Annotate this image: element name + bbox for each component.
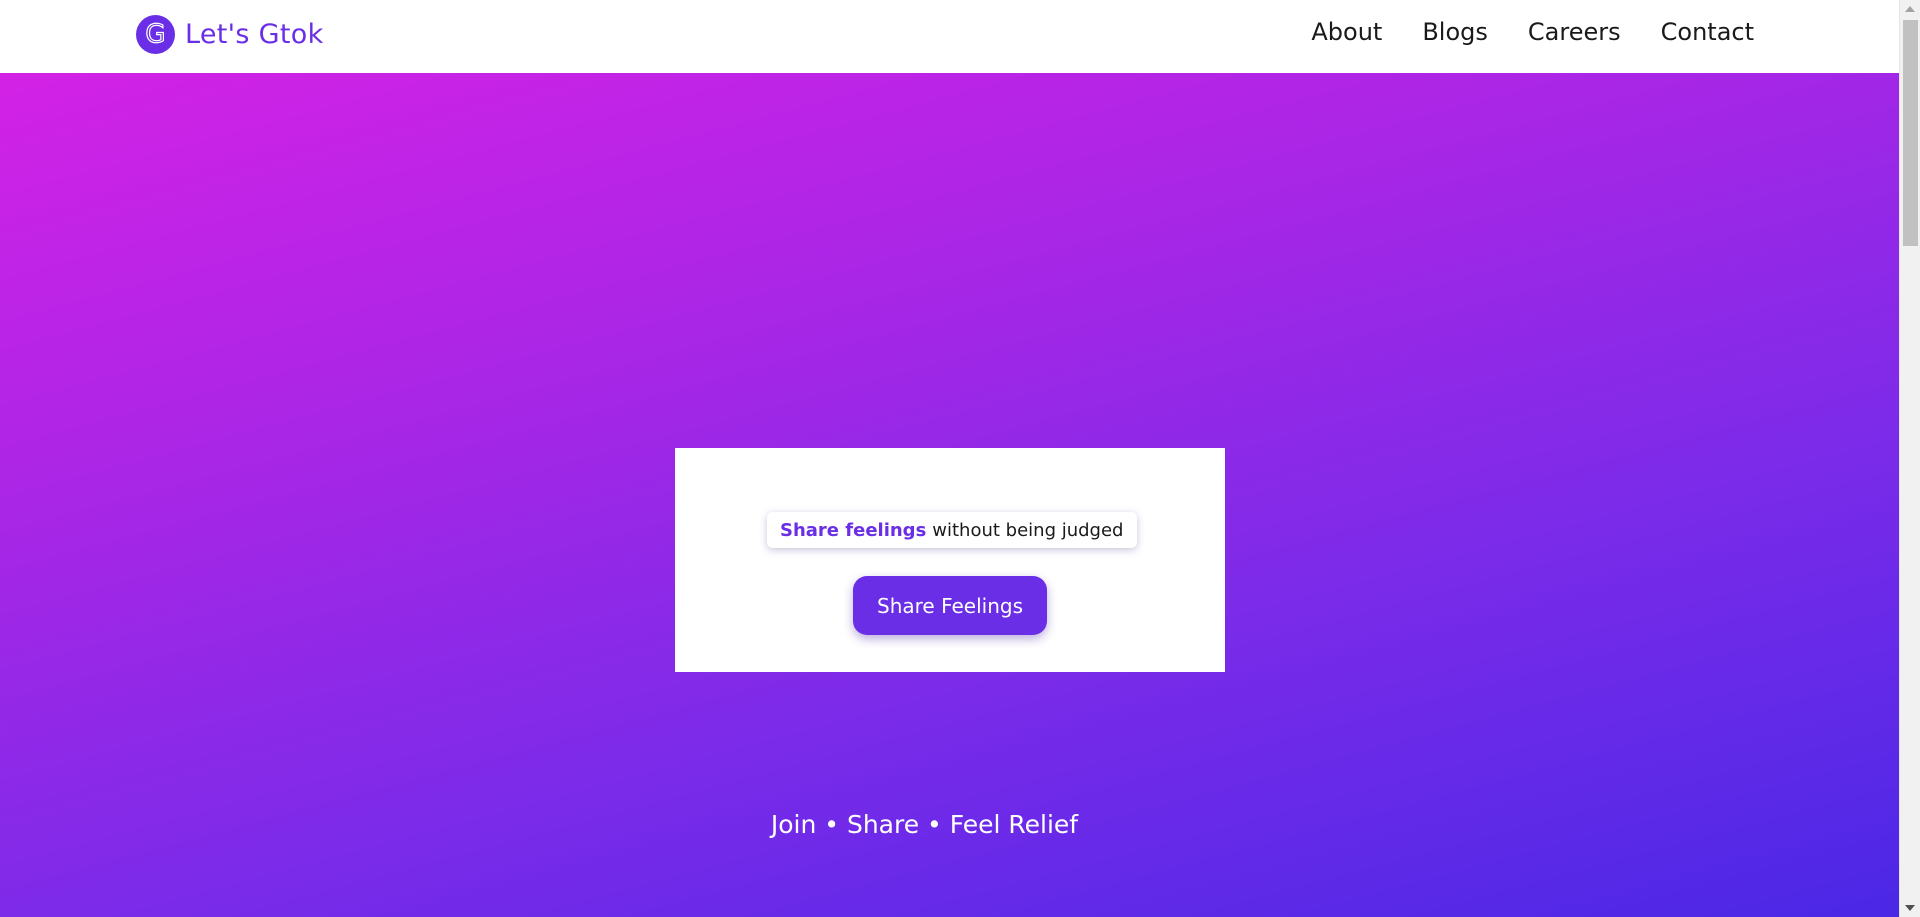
scroll-up-arrow-icon[interactable] [1905,6,1915,12]
nav-link-blogs[interactable]: Blogs [1422,18,1488,46]
headline-pill-emphasis: Share feelings [780,519,927,541]
hero-tagline: Join • Share • Feel Relief [770,810,1079,839]
hero-section: Share feelings without being judged Shar… [0,73,1899,917]
share-feelings-button[interactable]: Share Feelings [853,576,1047,635]
svg-text:G: G [145,19,165,49]
main-nav: About Blogs Careers Contact [1311,14,1754,50]
brand-logo-icon: G [136,14,175,54]
nav-link-about[interactable]: About [1311,18,1382,46]
scrollbar-thumb[interactable] [1903,20,1918,246]
page-scrollbar[interactable] [1899,0,1920,917]
brand-name: Let's Gtok [185,18,324,50]
brand-link[interactable]: G Let's Gtok [136,14,324,54]
hero-card: Share feelings without being judged Shar… [675,448,1225,672]
headline-pill-text: without being judged [932,519,1124,541]
nav-link-contact[interactable]: Contact [1661,18,1754,46]
page: G Let's Gtok About Blogs Careers Contact… [0,0,1920,917]
top-navbar: G Let's Gtok About Blogs Careers Contact [0,0,1899,73]
nav-link-careers[interactable]: Careers [1528,18,1621,46]
scroll-down-arrow-icon[interactable] [1905,905,1915,911]
headline-pill: Share feelings without being judged [767,512,1137,548]
g-letter-icon: G [145,18,166,49]
